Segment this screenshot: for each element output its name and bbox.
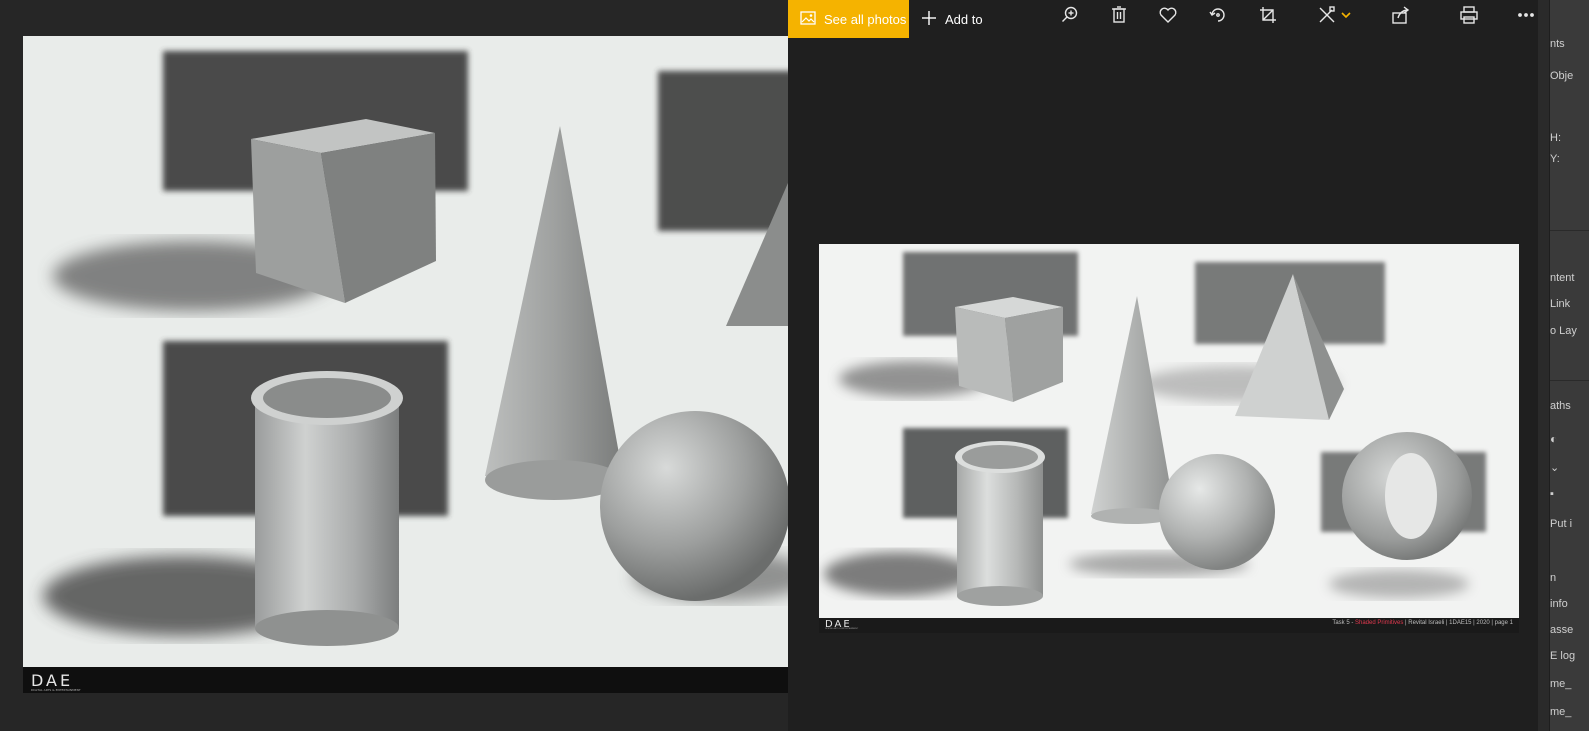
plus-icon: [921, 10, 937, 29]
panel-text: asse: [1550, 624, 1574, 636]
print-icon[interactable]: [1450, 0, 1488, 30]
panel-layer-button[interactable]: o Lay: [1550, 325, 1577, 337]
caption-rest: | Revital Israeli | 1DAE15 | 2020 | page…: [1403, 620, 1513, 626]
photo-viewer[interactable]: DAE DIGITAL ARTS & ENTERTAINMENT Task 5 …: [819, 244, 1519, 633]
photo-footer-bar: DAE DIGITAL ARTS & ENTERTAINMENT Task 5 …: [819, 618, 1519, 633]
editor-canvas-area: DAE DIGITAL ARTS & ENTERTAINMENT: [0, 0, 791, 731]
see-all-photos-button[interactable]: See all photos: [788, 0, 909, 38]
photo-logo-sub: DIGITAL ARTS & ENTERTAINMENT: [825, 628, 859, 630]
photos-icon: [800, 10, 816, 28]
panel-text: me_: [1550, 706, 1572, 718]
share-icon[interactable]: [1382, 0, 1420, 30]
add-to-label: Add to: [945, 11, 983, 27]
panel-text: info: [1550, 598, 1568, 610]
photos-app-window: See all photos Add to DAE DIGITAL ARTS &…: [788, 0, 1538, 731]
panel-text: aths: [1550, 400, 1571, 412]
panel-text: me_: [1550, 678, 1572, 690]
panel-text: E log: [1550, 650, 1576, 662]
editor-artwork: DAE DIGITAL ARTS & ENTERTAINMENT: [23, 36, 791, 693]
editor-artwork-drawing: DAE DIGITAL ARTS & ENTERTAINMENT: [23, 51, 791, 693]
panel-text: Y:: [1550, 153, 1560, 165]
panel-text: Put i: [1550, 518, 1573, 530]
delete-icon[interactable]: [1100, 0, 1138, 30]
panel-text: H:: [1550, 132, 1561, 144]
editor-logo-sub: DIGITAL ARTS & ENTERTAINMENT: [31, 688, 81, 692]
rotate-icon[interactable]: [1199, 0, 1237, 30]
photo-caption: Task 5 - Shaded Primitives | Revital Isr…: [1332, 620, 1513, 626]
panel-text: n: [1550, 572, 1557, 584]
more-icon[interactable]: [1507, 0, 1545, 30]
panel-text: ntent: [1550, 272, 1575, 284]
panel-text: nts: [1550, 38, 1565, 50]
dropdown-icon[interactable]: ⌄: [1550, 461, 1559, 474]
add-to-button[interactable]: Add to: [921, 0, 983, 38]
photos-toolbar: See all photos Add to: [788, 0, 1538, 38]
see-all-photos-label: See all photos: [824, 11, 907, 27]
chevron-down-icon[interactable]: [1336, 0, 1356, 30]
panel-link-button[interactable]: Link: [1550, 298, 1570, 310]
zoom-in-icon[interactable]: [1051, 0, 1089, 30]
caption-title: Shaded Primitives: [1355, 620, 1404, 626]
displayed-photo: [819, 244, 1519, 618]
lock-icon[interactable]: ▪: [1550, 488, 1554, 500]
caption-task: Task 5 -: [1332, 620, 1355, 626]
panel-text: Obje: [1550, 70, 1574, 82]
opacity-icon[interactable]: ◐: [1550, 432, 1557, 446]
favorite-icon[interactable]: [1149, 0, 1187, 30]
crop-icon[interactable]: [1249, 0, 1287, 30]
editor-properties-panel: nts Obje H: Y: ntent Link o Lay aths ◐ ⌄…: [1549, 0, 1589, 731]
